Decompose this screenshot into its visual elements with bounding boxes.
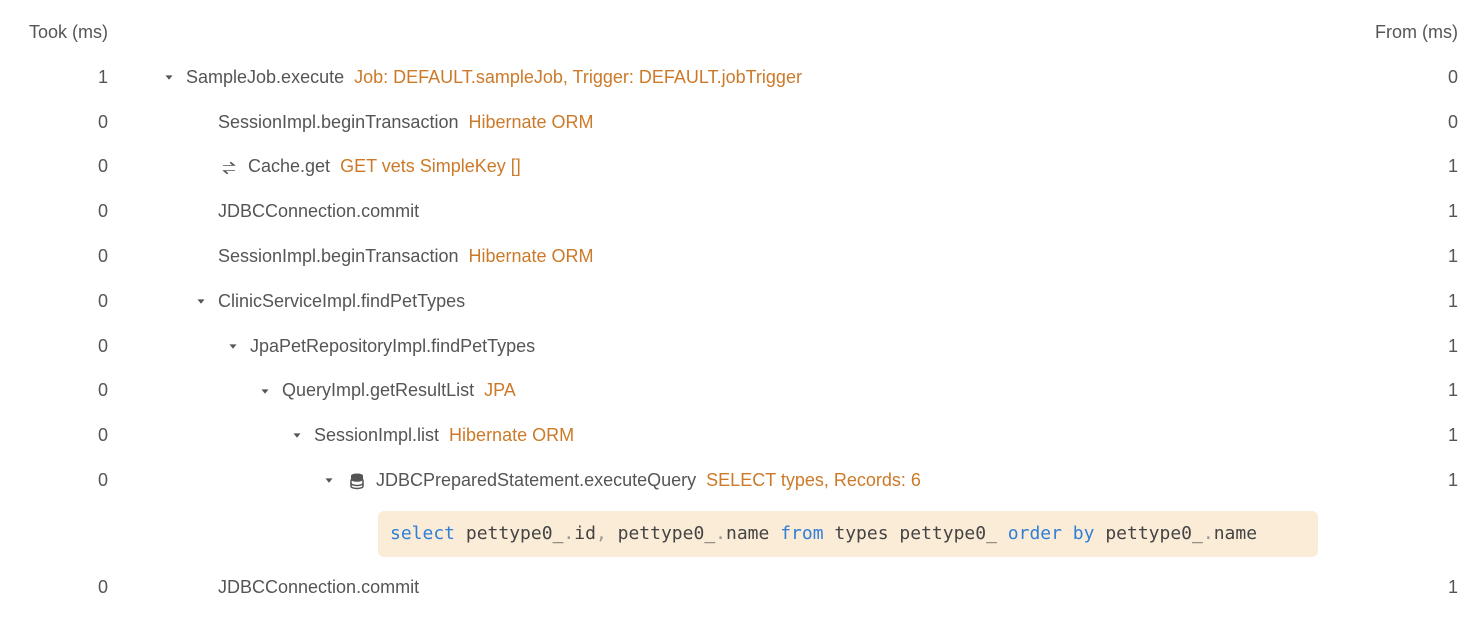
trace-detail: SELECT types, Records: 6 [706, 466, 921, 495]
chevron-down-icon[interactable] [258, 376, 276, 405]
header-row: Took (ms) From (ms) [20, 10, 1458, 55]
sql-token: name [1214, 523, 1257, 544]
took-value: 0 [20, 466, 128, 495]
sql-row: select pettype0_.id, pettype0_.name from… [20, 503, 1458, 566]
from-value: 1 [1328, 573, 1458, 602]
sql-token: types pettype0_ [824, 523, 1008, 544]
row-content: JDBCConnection.commit [128, 573, 1328, 602]
sql-token: select [390, 523, 455, 544]
took-value: 0 [20, 573, 128, 602]
sql-token: from [780, 523, 823, 544]
sql-token: . [1203, 523, 1214, 544]
header-took: Took (ms) [20, 18, 128, 47]
sql-token: . [563, 523, 574, 544]
from-value: 1 [1328, 197, 1458, 226]
trace-row: 0 JDBCConnection.commit 1 [20, 565, 1458, 610]
from-value: 1 [1328, 466, 1458, 495]
from-value: 0 [1328, 108, 1458, 137]
sql-token: pettype0_ [455, 523, 563, 544]
from-value: 1 [1328, 287, 1458, 316]
row-content: ClinicServiceImpl.findPetTypes [128, 287, 1328, 316]
from-value: 1 [1328, 421, 1458, 450]
trace-name[interactable]: SessionImpl.beginTransaction [218, 242, 458, 271]
trace-row: 0 SessionImpl.beginTransaction Hibernate O… [20, 234, 1458, 279]
row-content: JDBCConnection.commit [128, 197, 1328, 226]
chevron-down-icon[interactable] [194, 287, 212, 316]
took-value: 0 [20, 197, 128, 226]
trace-name[interactable]: ClinicServiceImpl.findPetTypes [218, 287, 465, 316]
sql-token: id [574, 523, 596, 544]
trace-detail: Hibernate ORM [468, 242, 593, 271]
chevron-down-icon[interactable] [226, 332, 244, 361]
row-content: SampleJob.execute Job: DEFAULT.sampleJob,… [128, 63, 1328, 92]
trace-name[interactable]: QueryImpl.getResultList [282, 376, 474, 405]
took-value: 0 [20, 376, 128, 405]
trace-name[interactable]: JDBCConnection.commit [218, 197, 419, 226]
trace-name[interactable]: JDBCConnection.commit [218, 573, 419, 602]
trace-detail: Hibernate ORM [468, 108, 593, 137]
row-content: select pettype0_.id, pettype0_.name from… [128, 511, 1328, 558]
header-from: From (ms) [1328, 18, 1458, 47]
from-value: 0 [1328, 63, 1458, 92]
trace-row: 0 SessionImpl.list Hibernate ORM 1 [20, 413, 1458, 458]
database-icon [346, 466, 368, 495]
sql-token: order by [1008, 523, 1095, 544]
trace-detail: Job: DEFAULT.sampleJob, Trigger: DEFAULT… [354, 63, 802, 92]
trace-name[interactable]: JDBCPreparedStatement.executeQuery [376, 466, 696, 495]
trace-row: 1 SampleJob.execute Job: DEFAULT.sampleJob… [20, 55, 1458, 100]
row-content: Cache.get GET vets SimpleKey [] [128, 152, 1328, 181]
trace-detail: JPA [484, 376, 516, 405]
took-value: 0 [20, 332, 128, 361]
took-value: 0 [20, 152, 128, 181]
trace-row: 0 JDBCConnection.commit 1 [20, 189, 1458, 234]
trace-name[interactable]: Cache.get [248, 152, 330, 181]
row-content: SessionImpl.beginTransaction Hibernate OR… [128, 108, 1328, 137]
from-value: 1 [1328, 152, 1458, 181]
took-value: 1 [20, 63, 128, 92]
chevron-down-icon[interactable] [162, 63, 180, 92]
trace-name[interactable]: SampleJob.execute [186, 63, 344, 92]
sql-token: . [715, 523, 726, 544]
trace-detail: GET vets SimpleKey [] [340, 152, 521, 181]
trace-row: 0 JpaPetRepositoryImpl.findPetTypes 1 [20, 324, 1458, 369]
trace-row: 0 Cache.get GET vets SimpleKey [] 1 [20, 144, 1458, 189]
took-value: 0 [20, 108, 128, 137]
sql-token: pettype0_ [1094, 523, 1202, 544]
trace-row: 0 JDBCPreparedStatement.executeQuery SELEC… [20, 458, 1458, 503]
trace-name[interactable]: JpaPetRepositoryImpl.findPetTypes [250, 332, 535, 361]
row-content: SessionImpl.beginTransaction Hibernate OR… [128, 242, 1328, 271]
chevron-down-icon[interactable] [290, 421, 308, 450]
trace-row: 0 QueryImpl.getResultList JPA 1 [20, 368, 1458, 413]
from-value: 1 [1328, 242, 1458, 271]
transfer-icon [218, 152, 240, 181]
took-value: 0 [20, 287, 128, 316]
trace-row: 0 ClinicServiceImpl.findPetTypes 1 [20, 279, 1458, 324]
from-value: 1 [1328, 332, 1458, 361]
row-content: QueryImpl.getResultList JPA [128, 376, 1328, 405]
trace-name[interactable]: SessionImpl.list [314, 421, 439, 450]
sql-token: pettype0_ [607, 523, 715, 544]
took-value: 0 [20, 421, 128, 450]
trace-name[interactable]: SessionImpl.beginTransaction [218, 108, 458, 137]
sql-token: , [596, 523, 607, 544]
sql-statement: select pettype0_.id, pettype0_.name from… [378, 511, 1318, 558]
trace-detail: Hibernate ORM [449, 421, 574, 450]
row-content: SessionImpl.list Hibernate ORM [128, 421, 1328, 450]
chevron-down-icon[interactable] [322, 466, 340, 495]
row-content: JDBCPreparedStatement.executeQuery SELECT… [128, 466, 1328, 495]
row-content: JpaPetRepositoryImpl.findPetTypes [128, 332, 1328, 361]
took-value: 0 [20, 242, 128, 271]
from-value: 1 [1328, 376, 1458, 405]
trace-row: 0 SessionImpl.beginTransaction Hibernate O… [20, 100, 1458, 145]
sql-token: name [726, 523, 780, 544]
